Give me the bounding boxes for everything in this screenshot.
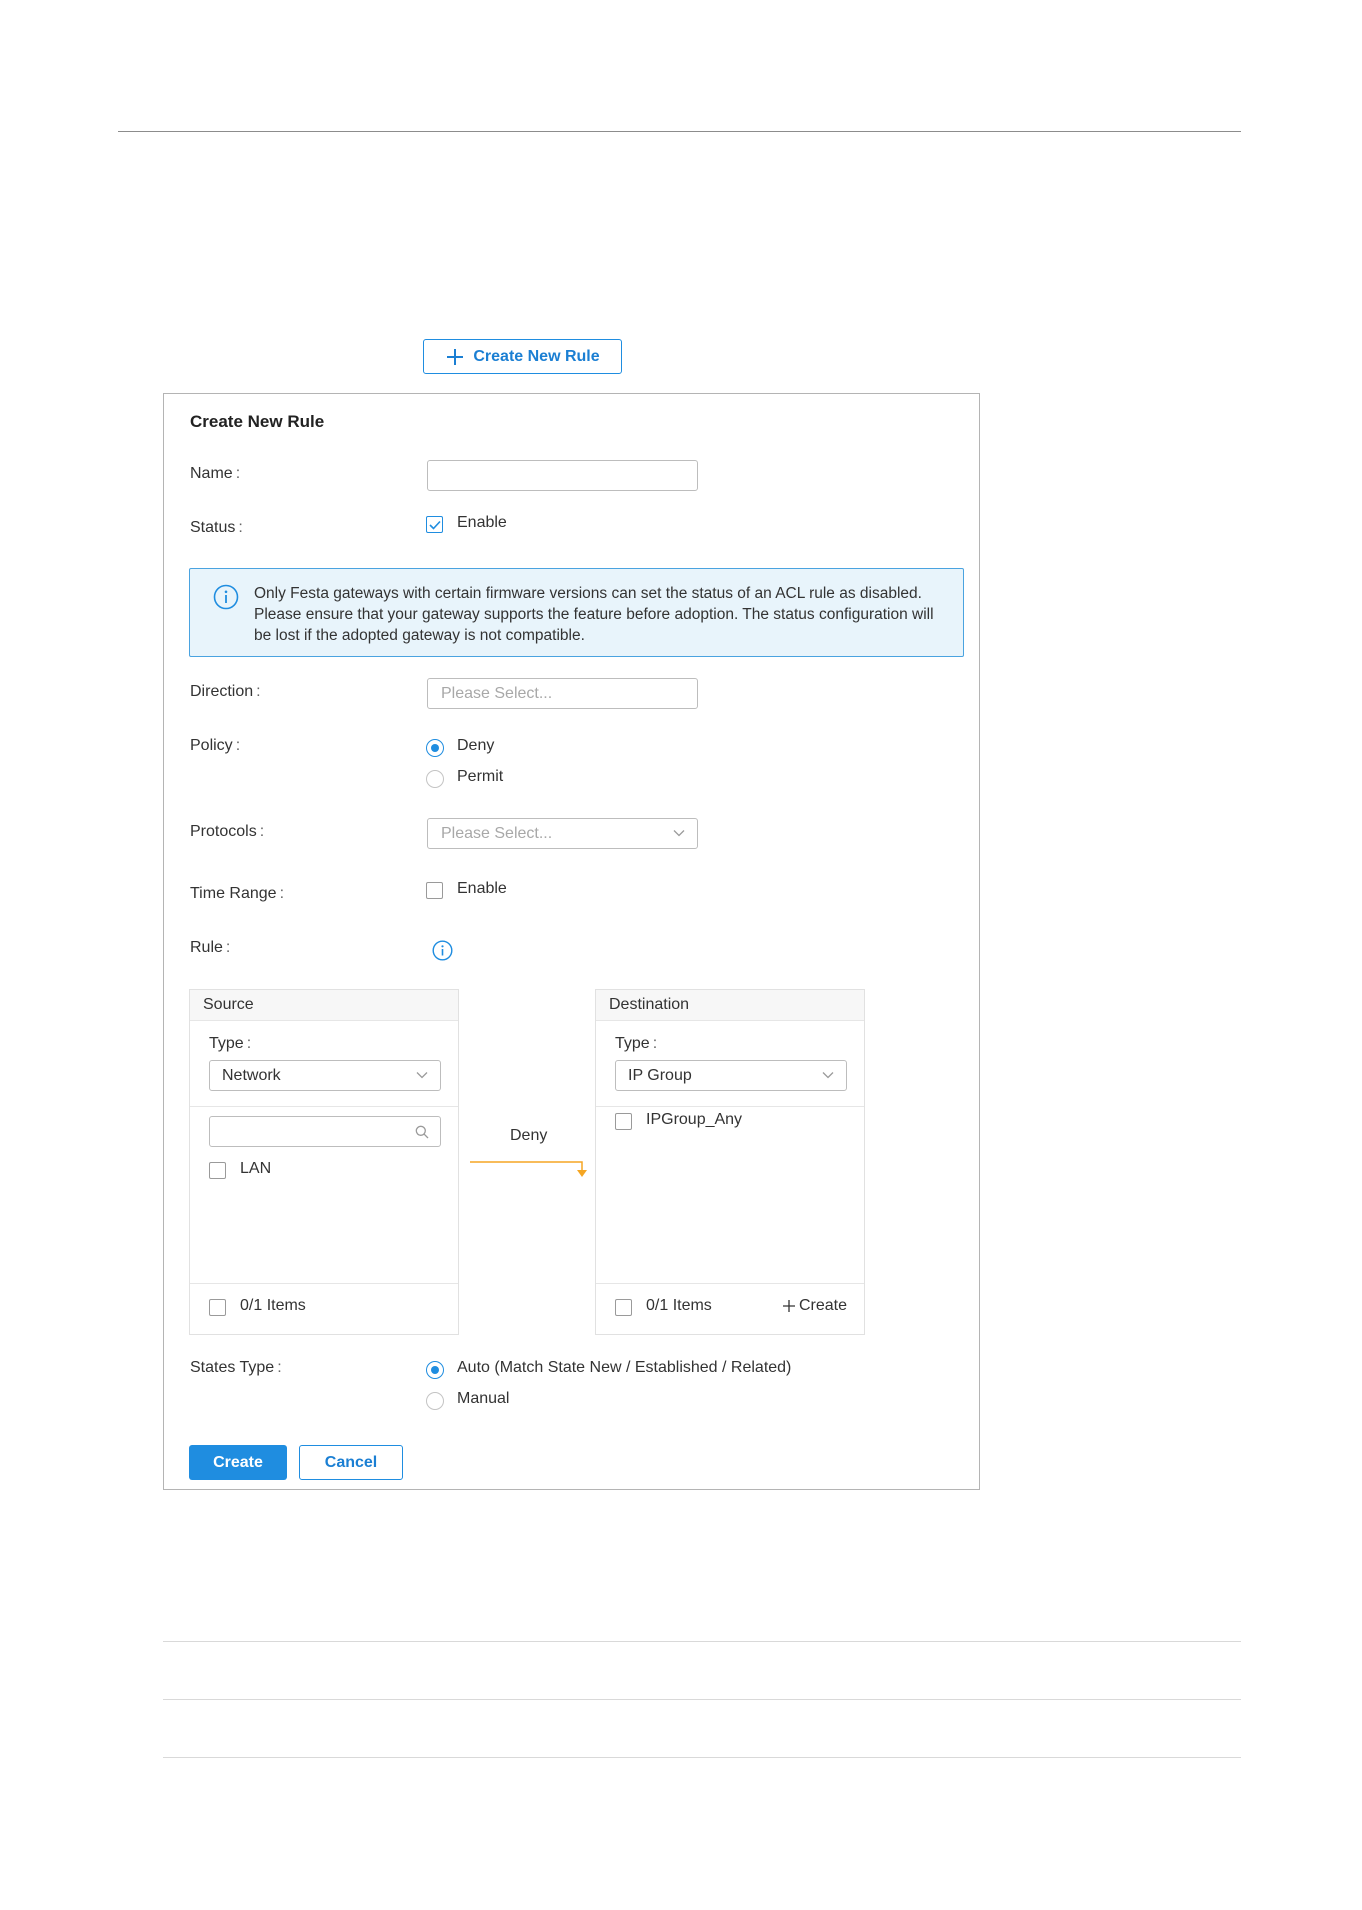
source-item-checkbox[interactable] bbox=[209, 1162, 226, 1179]
create-new-rule-button[interactable]: Create New Rule bbox=[423, 339, 622, 374]
direction-placeholder: Please Select... bbox=[441, 684, 553, 702]
panel-title: Create New Rule bbox=[190, 412, 325, 431]
states-auto-radio[interactable] bbox=[426, 1361, 444, 1379]
direction-label: Direction: bbox=[190, 683, 261, 700]
time-range-label: Time Range: bbox=[190, 885, 285, 902]
destination-type-select[interactable]: IP Group bbox=[615, 1060, 847, 1091]
top-divider bbox=[118, 131, 1241, 132]
status-label: Status: bbox=[190, 519, 243, 536]
time-range-enable-label: Enable bbox=[457, 880, 507, 897]
destination-item-label: IPGroup_Any bbox=[646, 1111, 743, 1128]
states-manual-radio[interactable] bbox=[426, 1392, 444, 1410]
plus-icon bbox=[782, 1300, 795, 1312]
destination-type-value: IP Group bbox=[628, 1066, 692, 1084]
bottom-divider-1 bbox=[163, 1641, 1241, 1642]
policy-label: Policy: bbox=[190, 737, 241, 754]
plus-icon bbox=[447, 348, 464, 365]
search-icon bbox=[415, 1125, 429, 1139]
chevron-down-icon bbox=[673, 830, 685, 837]
direction-select[interactable]: Please Select... bbox=[427, 678, 698, 709]
flow-policy-label: Deny bbox=[510, 1127, 548, 1144]
destination-header: Destination bbox=[596, 990, 864, 1021]
source-divider bbox=[190, 1106, 458, 1107]
source-item-label: LAN bbox=[240, 1160, 272, 1177]
notice-text: Only Festa gateways with certain firmwar… bbox=[254, 585, 934, 644]
rule-label: Rule: bbox=[190, 939, 231, 956]
destination-item-checkbox[interactable] bbox=[615, 1113, 632, 1130]
policy-deny-radio[interactable] bbox=[426, 739, 444, 757]
firmware-notice: Only Festa gateways with certain firmwar… bbox=[189, 568, 964, 657]
states-type-label: States Type: bbox=[190, 1359, 282, 1376]
create-button[interactable]: Create bbox=[189, 1445, 287, 1480]
source-header: Source bbox=[190, 990, 458, 1021]
arrow-right-icon bbox=[470, 1161, 587, 1177]
checkmark-icon bbox=[429, 520, 441, 530]
destination-create-label: Create bbox=[798, 1297, 847, 1314]
rule-info-icon[interactable] bbox=[432, 940, 453, 961]
states-manual-label: Manual bbox=[457, 1390, 510, 1407]
time-range-enable-checkbox[interactable] bbox=[426, 882, 443, 899]
create-new-rule-label: Create New Rule bbox=[473, 347, 600, 365]
protocols-select[interactable]: Please Select... bbox=[427, 818, 698, 849]
source-footer-divider bbox=[190, 1283, 458, 1284]
status-enable-checkbox[interactable] bbox=[426, 516, 443, 533]
name-label: Name: bbox=[190, 465, 241, 482]
chevron-down-icon bbox=[416, 1072, 428, 1079]
destination-create-link[interactable]: Create bbox=[782, 1297, 847, 1315]
chevron-down-icon bbox=[822, 1072, 834, 1079]
create-rule-panel: Create New Rule Name: Status: Enable Onl… bbox=[163, 393, 980, 1490]
bottom-divider-2 bbox=[163, 1699, 1241, 1700]
protocols-placeholder: Please Select... bbox=[441, 824, 553, 842]
bottom-divider-3 bbox=[163, 1757, 1241, 1758]
policy-permit-label: Permit bbox=[457, 768, 504, 785]
info-icon bbox=[213, 584, 239, 610]
states-auto-label: Auto (Match State New / Established / Re… bbox=[457, 1359, 792, 1376]
source-type-select[interactable]: Network bbox=[209, 1060, 441, 1091]
cancel-button[interactable]: Cancel bbox=[299, 1445, 403, 1480]
source-box: Source Type: Network LAN 0/1 Items bbox=[189, 989, 459, 1335]
destination-footer-divider bbox=[596, 1283, 864, 1284]
protocols-label: Protocols: bbox=[190, 823, 265, 840]
destination-box: Destination Type: IP Group IPGroup_Any 0… bbox=[595, 989, 865, 1335]
source-search-input[interactable] bbox=[209, 1116, 441, 1147]
source-type-value: Network bbox=[222, 1066, 281, 1084]
destination-select-all-checkbox[interactable] bbox=[615, 1299, 632, 1316]
status-enable-label: Enable bbox=[457, 514, 507, 531]
policy-deny-label: Deny bbox=[457, 737, 495, 754]
destination-item-count: 0/1 Items bbox=[646, 1297, 712, 1314]
source-type-label: Type: bbox=[209, 1035, 252, 1052]
destination-divider bbox=[596, 1106, 864, 1107]
source-item-count: 0/1 Items bbox=[240, 1297, 306, 1314]
destination-type-label: Type: bbox=[615, 1035, 658, 1052]
policy-permit-radio[interactable] bbox=[426, 770, 444, 788]
name-input[interactable] bbox=[427, 460, 698, 491]
source-select-all-checkbox[interactable] bbox=[209, 1299, 226, 1316]
